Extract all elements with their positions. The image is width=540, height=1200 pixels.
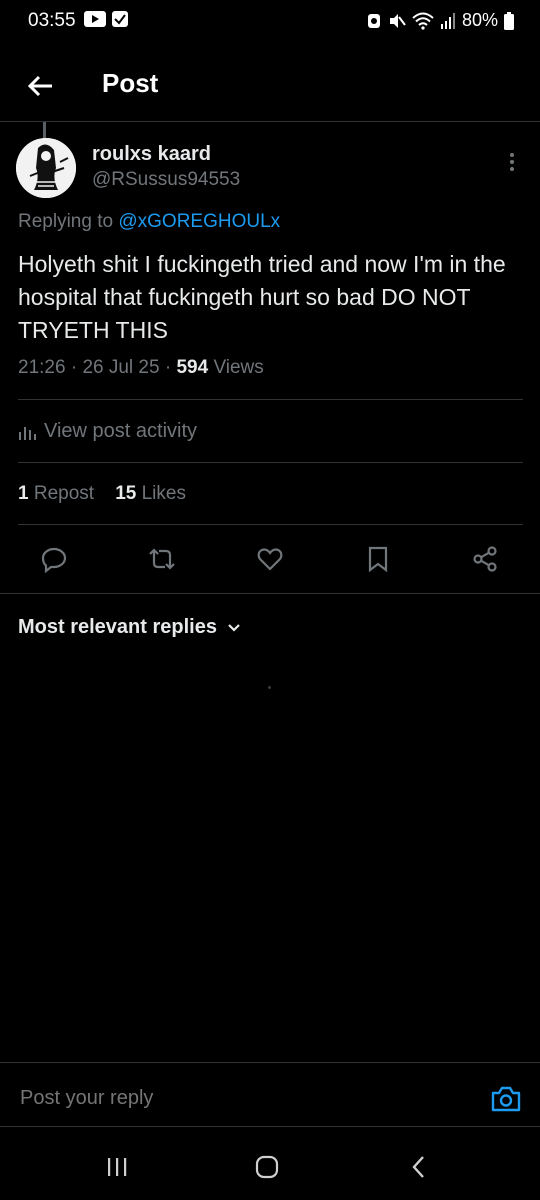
alarm-icon [367,13,380,28]
view-post-activity-button[interactable]: View post activity [18,420,197,443]
post-meta: 21:26 · 26 Jul 25 · 594 Views [18,357,264,379]
camera-button[interactable] [490,1084,522,1114]
repost-label: Repost [33,483,95,504]
chevron-left-icon [412,1156,424,1178]
repost-count: 1 [18,483,29,504]
replying-prefix: Replying to [18,211,114,232]
status-system-icons: 80% [366,10,514,31]
system-navigation-bar [0,1128,540,1200]
post-stats: 1 Repost 15 Likes [18,483,186,505]
page-title: Post [102,68,159,98]
author-display-name[interactable]: roulxs kaard [92,143,211,166]
like-icon [257,548,283,571]
replying-to: Replying to @xGOREGHOULx [18,211,280,233]
post-date[interactable]: 26 Jul 25 [82,357,159,378]
nav-divider [0,1126,540,1127]
mute-icon [389,13,406,28]
likes-count: 15 [115,483,137,504]
activity-divider [18,462,523,463]
replying-handle-link[interactable]: @xGOREGHOULx [118,211,280,232]
repost-icon [149,548,175,570]
reply-sort-label: Most relevant replies [18,616,217,638]
signal-icon [440,12,455,29]
views-label: Views [213,357,264,378]
reply-composer [0,1062,540,1126]
like-button[interactable] [255,544,285,574]
post-time[interactable]: 21:26 [18,357,66,378]
post-actions [0,540,540,580]
bookmark-button[interactable] [363,544,393,574]
home-button[interactable] [252,1154,282,1180]
reply-sort-dropdown[interactable]: Most relevant replies [18,616,241,639]
status-bar: 03:55 80% [0,0,540,44]
battery-percent: 80% [461,10,498,30]
app-header: Post [0,56,540,120]
check-box-icon [112,11,128,27]
view-post-activity-label: View post activity [44,420,198,442]
stats-divider [18,524,523,525]
share-icon [473,546,497,572]
home-icon [255,1155,279,1179]
likes-link[interactable]: 15 Likes [115,483,186,504]
back-button[interactable] [20,66,60,106]
author-handle[interactable]: @RSussus94553 [92,169,240,191]
meta-divider [18,399,523,400]
more-options-button[interactable] [500,150,524,174]
status-time: 03:55 [28,10,76,31]
share-button[interactable] [470,544,500,574]
meta-separator: · [164,357,177,378]
meta-separator: · [70,357,83,378]
thread-line [43,122,46,138]
repost-button[interactable] [147,544,177,574]
arrow-left-icon [27,75,52,97]
avatar[interactable] [16,138,76,198]
actions-divider [0,593,540,594]
status-notification-icons [84,11,128,29]
bookmark-icon [368,546,388,573]
system-back-button[interactable] [404,1154,434,1180]
battery-icon [504,11,514,30]
more-vertical-icon [510,153,514,171]
reply-input[interactable] [18,1086,462,1111]
wifi-icon [412,12,434,30]
views-count: 594 [176,357,209,378]
header-divider [0,121,540,122]
post-text: Holyeth shit I fuckingeth tried and now … [18,251,506,343]
reposts-link[interactable]: 1 Repost [18,483,94,504]
reply-button[interactable] [39,544,69,574]
loading-indicator [268,686,271,689]
analytics-icon [19,426,36,440]
likes-label: Likes [141,483,186,504]
avatar-image [16,138,76,198]
recent-apps-icon [108,1158,127,1176]
reply-icon [41,547,67,573]
camera-icon [491,1086,521,1112]
youtube-icon [84,11,106,27]
recent-apps-button[interactable] [102,1154,132,1180]
chevron-down-icon [228,623,240,632]
